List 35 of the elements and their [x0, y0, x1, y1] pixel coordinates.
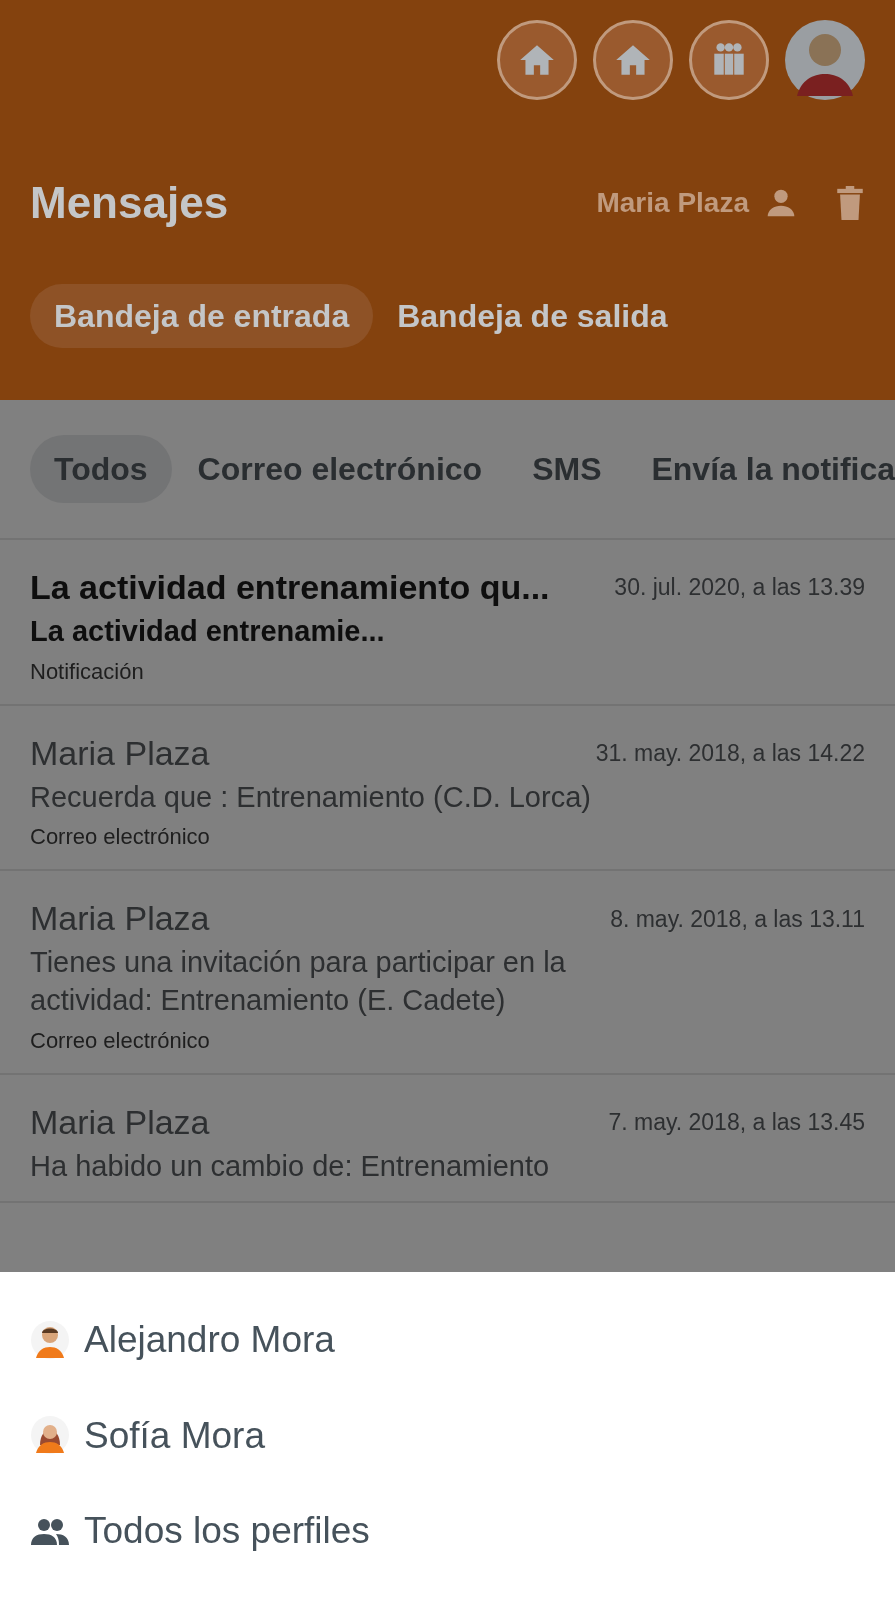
- message-preview: La actividad entrenamie...: [30, 614, 386, 649]
- user-name: Maria Plaza: [596, 186, 749, 220]
- message-date: 7. may. 2018, a las 13.45: [608, 1108, 865, 1137]
- message-preview: Tienes una invitación para participar en la actividad: Entrenamiento (E. Cadete): [30, 945, 567, 1019]
- message-sender: Maria Plaza: [30, 898, 210, 940]
- filter-tab[interactable]: Correo electrónico: [173, 435, 507, 503]
- message-date: 31. may. 2018, a las 14.22: [595, 738, 865, 768]
- message-date: 8. may. 2018, a las 13.11: [610, 904, 865, 934]
- person-avatar-icon: [30, 1319, 70, 1360]
- message-type: Correo electrónico: [30, 1026, 211, 1055]
- message-row[interactable]: Maria Plaza 8. may. 2018, a las 13.11 Tienes una invitación para participar en la actividad: Entrenamiento (E. Cadete) Correo electrónico: [0, 871, 895, 1075]
- page-title: Mensajes: [30, 177, 229, 229]
- folder-tab[interactable]: Bandeja de entrada: [30, 284, 374, 348]
- trash-icon[interactable]: [835, 186, 865, 220]
- message-sender: Maria Plaza: [30, 1101, 210, 1143]
- filter-tab[interactable]: Envía la notifica: [627, 435, 895, 503]
- message-preview: Ha habido un cambio de: Entrenamiento: [30, 1148, 551, 1184]
- filter-tab[interactable]: Todos: [30, 435, 172, 503]
- message-sender: Maria Plaza: [30, 732, 210, 774]
- profile-option[interactable]: Alejandro Mora: [30, 1312, 865, 1368]
- profile-option[interactable]: Sofía Mora: [30, 1407, 865, 1464]
- person-icon[interactable]: [765, 187, 797, 219]
- avatar-icon[interactable]: [785, 20, 865, 100]
- message-row[interactable]: Maria Plaza 31. may. 2018, a las 14.22 Recuerda que : Entrenamiento (C.D. Lorca) Correo electrónico: [0, 705, 895, 872]
- folder-tab[interactable]: Bandeja de salida: [373, 284, 692, 348]
- message-type: Correo electrónico: [30, 823, 211, 852]
- message-row[interactable]: Maria Plaza 7. may. 2018, a las 13.45 Ha habido un cambio de: Entrenamiento: [0, 1074, 895, 1204]
- message-row[interactable]: La actividad entrenamiento qu... 30. jul. 2020, a las 13.39 La actividad entrenamie... Notificación: [0, 540, 895, 706]
- person-avatar-icon: [30, 1415, 70, 1456]
- message-date: 30. jul. 2020, a las 13.39: [614, 573, 865, 603]
- message-preview: Recuerda que : Entrenamiento (C.D. Lorca): [30, 779, 592, 815]
- profile-option[interactable]: Todos los perfiles: [30, 1503, 865, 1559]
- message-type: Notificación: [30, 657, 145, 686]
- filter-tab[interactable]: SMS: [508, 435, 626, 503]
- message-sender: La actividad entrenamiento qu...: [30, 567, 550, 608]
